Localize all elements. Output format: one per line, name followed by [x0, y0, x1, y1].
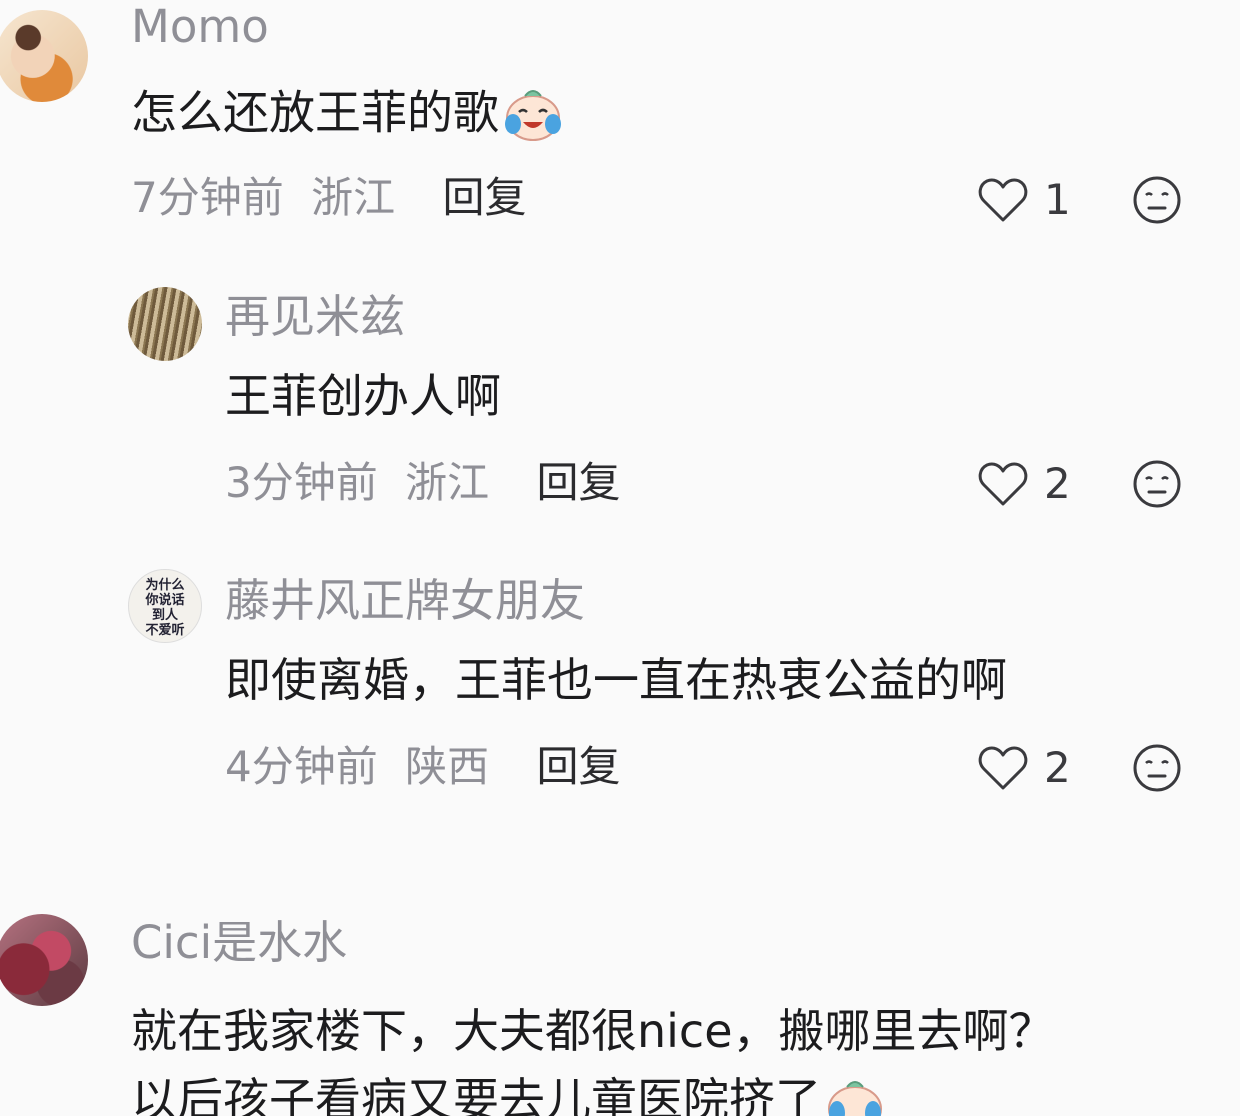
- comment-meta: 3分钟前 浙江 回复: [225, 462, 620, 504]
- comment-meta: 7分钟前 浙江 回复: [131, 177, 526, 219]
- avatar-text-line: 你说话: [145, 593, 185, 608]
- reply-button[interactable]: 回复: [536, 458, 620, 507]
- comment-text: 怎么还放王菲的歌: [131, 88, 563, 144]
- like-count: 1: [1044, 175, 1071, 224]
- neutral-face-icon[interactable]: [1133, 460, 1181, 508]
- comment-text-body: 怎么还放王菲的歌: [131, 85, 499, 140]
- comments-page: Momo 怎么还放王菲的歌 7分钟前 浙江 回复 1 再见米兹 王菲创办人啊 3…: [0, 0, 1240, 1116]
- crying-laughing-emoji-icon: [505, 90, 561, 141]
- like-button[interactable]: 2: [978, 743, 1071, 793]
- avatar-text-line: 到人: [151, 608, 178, 623]
- avatar[interactable]: [0, 10, 88, 102]
- comment-username[interactable]: 再见米兹: [225, 294, 405, 339]
- comment-text-line: 就在我家楼下，大夫都很nice，搬哪里去啊？: [131, 1004, 1055, 1058]
- comment-username[interactable]: Momo: [131, 4, 269, 49]
- heart-outline-icon: [978, 462, 1028, 506]
- comment-location: 浙江: [311, 173, 396, 222]
- avatar-text-line: 不爱听: [145, 623, 185, 638]
- like-button[interactable]: 1: [978, 175, 1071, 225]
- comment-meta: 4分钟前 陕西 回复: [225, 746, 620, 788]
- like-count: 2: [1044, 743, 1071, 792]
- heart-outline-icon: [978, 746, 1028, 790]
- comment-username[interactable]: Cici是水水: [131, 920, 347, 965]
- avatar[interactable]: 为什么 你说话 到人 不爱听: [128, 569, 202, 643]
- avatar[interactable]: [128, 287, 202, 361]
- comment-username[interactable]: 藤井风正牌女朋友: [225, 578, 585, 623]
- avatar-text-line: 为什么: [145, 578, 185, 593]
- neutral-face-icon[interactable]: [1133, 744, 1181, 792]
- reply-button[interactable]: 回复: [442, 173, 526, 222]
- comment-text: 以后孩子看病又要去儿童医院挤了: [131, 1077, 885, 1116]
- comment-time: 3分钟前: [225, 458, 378, 507]
- neutral-face-icon[interactable]: [1133, 176, 1181, 224]
- comment-location: 陕西: [405, 742, 490, 791]
- comment-time: 7分钟前: [131, 173, 284, 222]
- comment-time: 4分钟前: [225, 742, 378, 791]
- like-button[interactable]: 2: [978, 459, 1071, 509]
- reply-button[interactable]: 回复: [536, 742, 620, 791]
- heart-outline-icon: [978, 178, 1028, 222]
- avatar[interactable]: [0, 914, 88, 1006]
- comment-text-line: 以后孩子看病又要去儿童医院挤了: [131, 1073, 821, 1116]
- comment-location: 浙江: [405, 458, 490, 507]
- crying-emoji-icon: [828, 1080, 882, 1116]
- comment-text: 即使离婚，王菲也一直在热衷公益的啊: [225, 653, 1007, 707]
- like-count: 2: [1044, 459, 1071, 508]
- comment-text: 王菲创办人啊: [225, 369, 501, 423]
